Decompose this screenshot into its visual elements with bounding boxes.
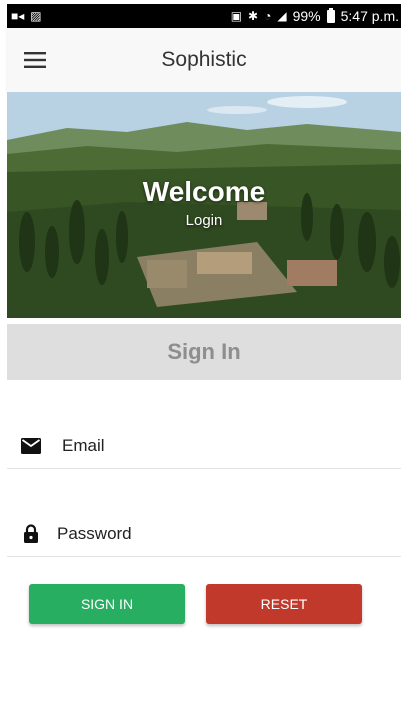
email-input[interactable] bbox=[60, 425, 401, 467]
welcome-subtitle: Login bbox=[185, 212, 223, 229]
lock-icon bbox=[21, 524, 41, 544]
clock: 5:47 p.m. bbox=[340, 8, 399, 24]
hamburger-menu-icon bbox=[24, 52, 46, 68]
battery-icon bbox=[326, 7, 335, 23]
password-field-row bbox=[7, 512, 401, 557]
sign-in-button[interactable]: SIGN IN bbox=[29, 584, 185, 624]
email-field-row bbox=[7, 424, 401, 469]
sign-in-header-label: Sign In bbox=[167, 339, 241, 364]
password-input[interactable] bbox=[55, 513, 401, 555]
image-icon: ▨ bbox=[30, 9, 42, 23]
signal-icon: ◢ bbox=[277, 9, 287, 23]
mail-icon bbox=[21, 436, 41, 456]
battery-percent: 99% bbox=[292, 8, 321, 24]
wifi-icon: ◔ bbox=[264, 9, 272, 23]
sign-in-header: Sign In bbox=[7, 324, 401, 380]
hero-banner: Welcome Login bbox=[7, 92, 401, 318]
nfc-icon: ▣ bbox=[230, 9, 243, 23]
welcome-title: Welcome bbox=[142, 176, 266, 207]
bluetooth-icon: ✱ bbox=[248, 9, 259, 23]
menu-button[interactable] bbox=[7, 28, 63, 92]
status-bar: ■◂ ▨ ▣ ✱ ◔ ◢ 99% 5:47 p.m. bbox=[7, 4, 401, 28]
video-camera-icon: ■◂ bbox=[11, 9, 25, 23]
app-title: Sophistic bbox=[161, 48, 247, 71]
app-bar: Sophistic bbox=[7, 28, 401, 92]
reset-button[interactable]: RESET bbox=[206, 584, 362, 624]
